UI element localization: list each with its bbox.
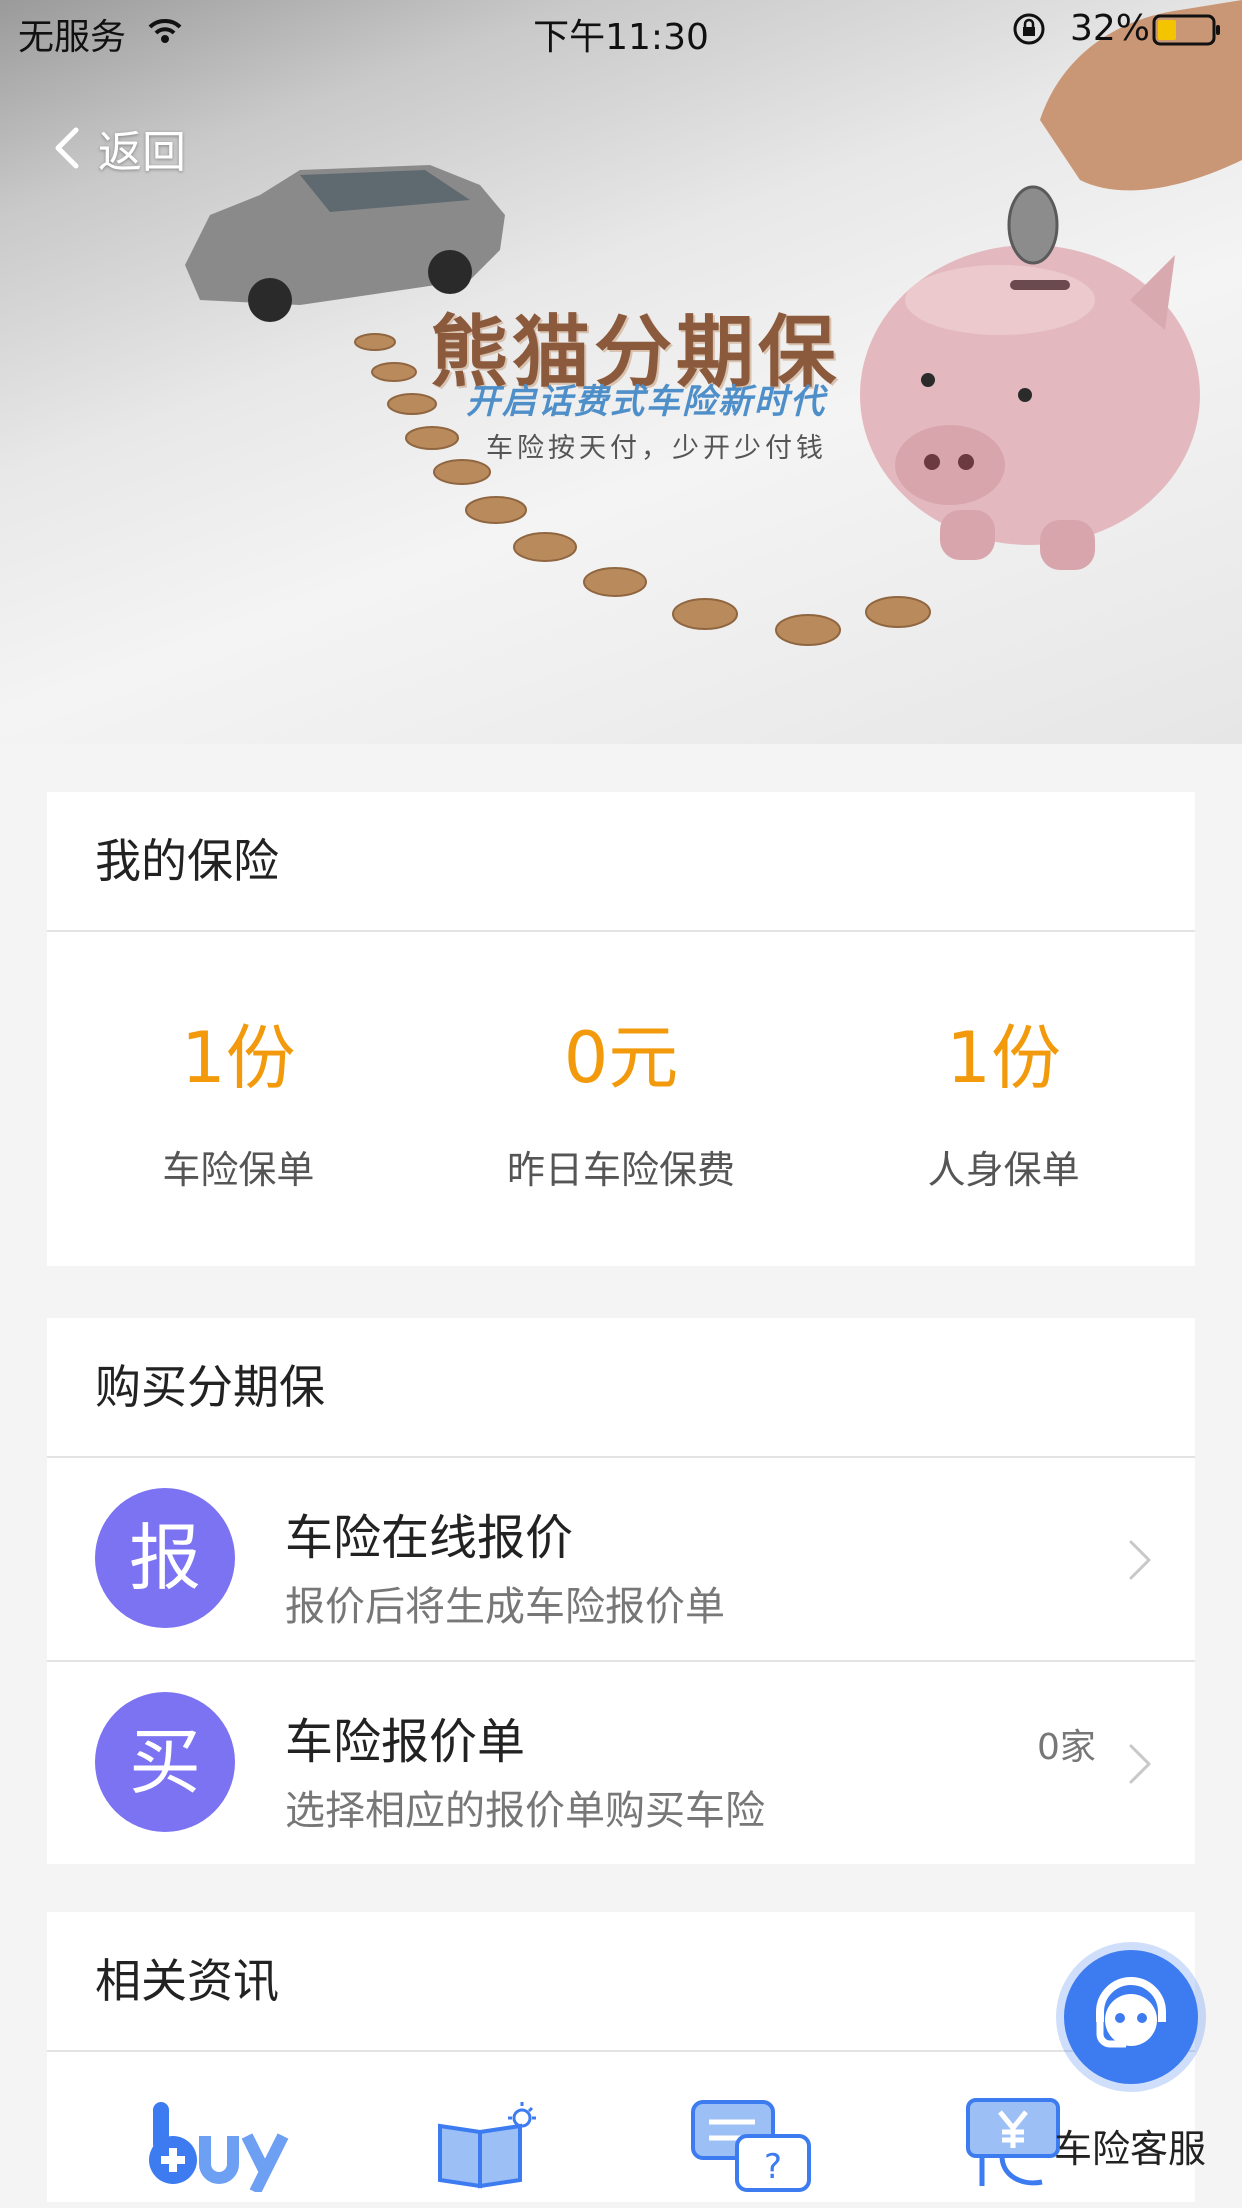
online-quote-desc: 报价后将生成车险报价单 [285,1584,725,1630]
stat-label: 昨日车险保费 [507,1148,736,1192]
buy-installment-card: 购买分期保 报 车险在线报价 报价后将生成车险报价单 买 车险报价单 选择相应的… [47,1318,1195,1864]
online-quote-title: 车险在线报价 [285,1510,574,1566]
banner-subtitle: 开启话费式车险新时代 [466,382,826,422]
piggy-bank-image [860,245,1200,570]
chevron-right-icon [1129,1744,1151,1784]
online-quote-row[interactable]: 报 车险在线报价 报价后将生成车险报价单 [47,1458,1195,1662]
stat-label: 车险保单 [162,1148,315,1192]
buy-badge: 买 [95,1692,235,1832]
quote-count: 0家 [1037,1727,1096,1768]
stat-value: 1份 [181,1017,296,1099]
chat-question-icon[interactable]: ? [687,2096,817,2192]
quote-list-title: 车险报价单 [285,1714,526,1770]
headset-icon [1096,1977,1166,2048]
customer-service-button[interactable] [1064,1950,1198,2084]
book-bulb-icon[interactable] [432,2096,542,2192]
hero-banner: 无服务 下午11:30 32% 返回 熊猫分期保 开启话费式车险新时代 车险按天… [0,0,1242,744]
stat-label: 人身保单 [927,1148,1080,1192]
battery-percent-label: 32% [1070,8,1151,49]
battery-icon [1152,14,1222,55]
svg-text:?: ? [764,2147,782,2187]
news-title: 相关资讯 [47,1912,1195,2052]
status-bar: 无服务 下午11:30 32% [0,0,1242,60]
chevron-right-icon [1129,1540,1151,1580]
customer-service-label: 车险客服 [1054,2127,1207,2171]
stat-personal-policy[interactable]: 1份 人身保单 [812,932,1195,1266]
insurance-stats: 1份 车险保单 0元 昨日车险保费 1份 人身保单 [47,932,1195,1266]
my-insurance-title: 我的保险 [47,792,1195,932]
news-icon-row: ? [47,2052,1195,2202]
banner-slogan: 车险按天付，少开少付钱 [486,433,827,464]
quote-badge: 报 [95,1488,235,1628]
buy-installment-title: 购买分期保 [47,1318,1195,1458]
news-card: 相关资讯 ? [47,1912,1195,2202]
rotation-lock-icon [1012,12,1046,55]
chevron-left-icon [55,127,79,169]
stat-value: 1份 [946,1017,1061,1099]
my-insurance-card: 我的保险 1份 车险保单 0元 昨日车险保费 1份 人身保单 [47,792,1195,1266]
stat-car-policy[interactable]: 1份 车险保单 [47,932,430,1266]
quote-list-desc: 选择相应的报价单购买车险 [285,1788,765,1834]
quote-list-row[interactable]: 买 车险报价单 选择相应的报价单购买车险 0家 [47,1662,1195,1864]
back-button[interactable]: 返回 [54,118,186,178]
back-label: 返回 [98,127,186,178]
clock-label: 下午11:30 [533,17,709,58]
stat-yesterday-premium[interactable]: 0元 昨日车险保费 [430,932,813,1266]
buy-icon[interactable] [147,2096,307,2192]
stat-value: 0元 [563,1017,679,1099]
